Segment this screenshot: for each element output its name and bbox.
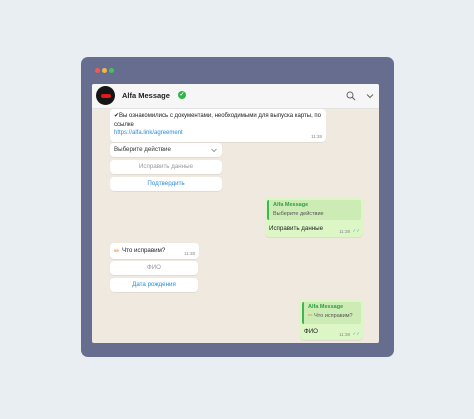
agreement-link[interactable]: https://alfa.link/agreement <box>114 130 183 136</box>
message-text: Что исправим? <box>122 247 166 254</box>
message-time: 11:38 <box>184 251 195 256</box>
message-text: Исправить данные <box>269 225 324 232</box>
message-time: 11:38 <box>311 134 322 139</box>
message-time: 11:38 <box>339 229 350 234</box>
pencil-icon: ✏ <box>114 248 120 255</box>
quote-text: Что исправим? <box>314 313 353 319</box>
chat-title: Alfa Message <box>122 91 170 100</box>
incoming-message: ✏ Что исправим? 11:38 <box>110 243 199 259</box>
edit-data-button[interactable]: Исправить данные <box>110 160 222 174</box>
message-text: ✔Вы ознакомились с документами, необходи… <box>114 113 321 128</box>
search-icon[interactable] <box>346 91 356 101</box>
quoted-message[interactable]: Alfa Message ✏ Что исправим? <box>302 302 361 324</box>
action-select[interactable]: Выберите действие <box>110 143 222 157</box>
fio-button[interactable]: ФИО <box>110 261 198 275</box>
chevron-down-icon[interactable] <box>366 92 374 100</box>
chat-header: Alfa Message ✓ <box>92 84 379 109</box>
quote-text: Выберите действие <box>273 211 324 217</box>
maximize-window-dot[interactable] <box>109 68 114 73</box>
read-ticks-icon: ✓✓ <box>352 228 360 233</box>
incoming-message: ✔Вы ознакомились с документами, необходи… <box>110 109 326 142</box>
quoted-message[interactable]: Alfa Message Выберите действие <box>267 200 361 220</box>
close-window-dot[interactable] <box>95 68 100 73</box>
chat-app: Alfa Message ✓ ✔Вы ознакомились с докуме… <box>92 84 379 343</box>
outgoing-message: Alfa Message Выберите действие Исправить… <box>265 197 363 237</box>
quote-title: Alfa Message <box>273 202 309 208</box>
date-of-birth-button[interactable]: Дата рождения <box>110 278 198 292</box>
outgoing-message: Alfa Message ✏ Что исправим? ФИО 11:38 ✓… <box>300 299 363 340</box>
quote-title: Alfa Message <box>308 304 344 310</box>
message-text: ФИО <box>304 328 318 335</box>
pencil-icon: ✏ <box>308 313 313 319</box>
action-select-label: Выберите действие <box>114 146 171 153</box>
message-time: 11:38 <box>339 332 350 337</box>
chevron-down-icon <box>211 148 217 153</box>
read-ticks-icon: ✓✓ <box>352 331 360 336</box>
quote-text-row: ✏ Что исправим? <box>308 313 357 319</box>
alfa-logo-avatar[interactable] <box>96 86 115 105</box>
confirm-button[interactable]: Подтвердить <box>110 177 222 191</box>
verified-icon: ✓ <box>178 91 186 99</box>
alfa-logo-icon <box>100 93 111 98</box>
minimize-window-dot[interactable] <box>102 68 107 73</box>
app-window: Alfa Message ✓ ✔Вы ознакомились с докуме… <box>81 57 394 357</box>
